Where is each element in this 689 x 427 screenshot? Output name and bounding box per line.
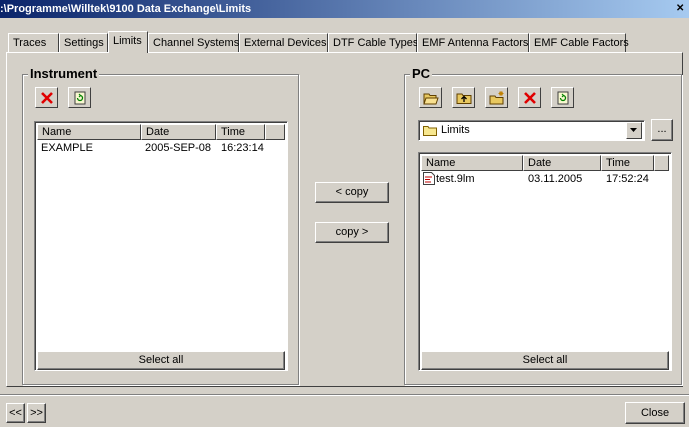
list-item[interactable]: test.9lm 03.11.2005 17:52:24: [423, 172, 667, 186]
browse-button[interactable]: ...: [651, 119, 673, 141]
file-date: 03.11.2005: [528, 173, 583, 185]
next-button[interactable]: >>: [27, 403, 46, 423]
close-window-icon[interactable]: ✕: [676, 3, 686, 15]
copy-to-instrument-button[interactable]: < copy: [315, 182, 389, 203]
instrument-group-label: Instrument: [28, 66, 100, 81]
column-header-time[interactable]: Time: [216, 124, 265, 140]
folder-icon: [423, 126, 437, 136]
folder-dropdown-value: Limits: [441, 124, 470, 136]
tab-traces[interactable]: Traces: [8, 33, 59, 52]
previous-button[interactable]: <<: [6, 403, 25, 423]
column-header-name[interactable]: Name: [421, 155, 523, 171]
column-header-name[interactable]: Name: [37, 124, 141, 140]
tab-settings[interactable]: Settings: [59, 33, 108, 52]
open-folder-icon: [422, 93, 439, 104]
instrument-select-all-button[interactable]: Select all: [37, 351, 285, 370]
close-button[interactable]: Close: [625, 402, 685, 424]
parent-folder-icon: [456, 93, 471, 104]
copy-to-pc-button[interactable]: copy >: [315, 222, 389, 243]
list-item[interactable]: EXAMPLE 2005-SEP-08 16:23:14: [41, 141, 281, 155]
tab-emf-cable-factors[interactable]: EMF Cable Factors: [529, 33, 629, 52]
tab-dtf-cable-types[interactable]: DTF Cable Types: [328, 33, 418, 52]
column-header-filler: [265, 124, 285, 140]
file-time: 17:52:24: [606, 173, 649, 185]
tab-channel-systems[interactable]: Channel Systems: [148, 33, 239, 52]
tab-external-devices[interactable]: External Devices: [239, 33, 328, 52]
column-header-time[interactable]: Time: [601, 155, 654, 171]
new-folder-button[interactable]: [485, 87, 508, 108]
delete-icon: [523, 91, 536, 104]
pc-select-all-button[interactable]: Select all: [421, 351, 669, 370]
pc-delete-button[interactable]: [518, 87, 541, 108]
refresh-icon: [74, 91, 85, 104]
file-name: EXAMPLE: [41, 142, 93, 154]
file-date: 2005-SEP-08: [145, 142, 212, 154]
refresh-icon: [557, 91, 568, 104]
column-header-date[interactable]: Date: [141, 124, 216, 140]
pc-group: PC Limits ... Name Date Time test.9lm 03…: [404, 67, 682, 385]
dropdown-arrow-button[interactable]: [626, 122, 642, 139]
open-folder-button[interactable]: [419, 87, 442, 108]
window-title: :\Programme\Willtek\9100 Data Exchange\L…: [0, 3, 252, 15]
parent-folder-button[interactable]: [452, 87, 475, 108]
file-time: 16:23:14: [221, 142, 264, 154]
file-name: test.9lm: [436, 173, 475, 185]
limit-file-icon: [423, 172, 435, 185]
chevron-down-icon: [630, 128, 637, 132]
column-header-filler: [654, 155, 669, 171]
new-folder-icon: [489, 90, 503, 104]
pc-file-list[interactable]: Name Date Time test.9lm 03.11.2005 17:52…: [418, 152, 672, 371]
instrument-file-list[interactable]: Name Date Time EXAMPLE 2005-SEP-08 16:23…: [34, 121, 288, 371]
delete-icon: [40, 91, 53, 104]
tab-emf-antenna-factors[interactable]: EMF Antenna Factors: [417, 33, 529, 52]
footer-bar: << >> Close: [0, 394, 689, 427]
folder-dropdown[interactable]: Limits: [418, 120, 645, 141]
tab-limits[interactable]: Limits: [108, 31, 148, 53]
column-header-date[interactable]: Date: [523, 155, 601, 171]
instrument-delete-button[interactable]: [35, 87, 58, 108]
instrument-refresh-button[interactable]: [68, 87, 91, 108]
title-bar: :\Programme\Willtek\9100 Data Exchange\L…: [0, 0, 689, 18]
pc-refresh-button[interactable]: [551, 87, 574, 108]
pc-group-label: PC: [410, 66, 433, 81]
instrument-group: Instrument Name Date Time EXAMPLE 2005-S…: [22, 67, 299, 385]
